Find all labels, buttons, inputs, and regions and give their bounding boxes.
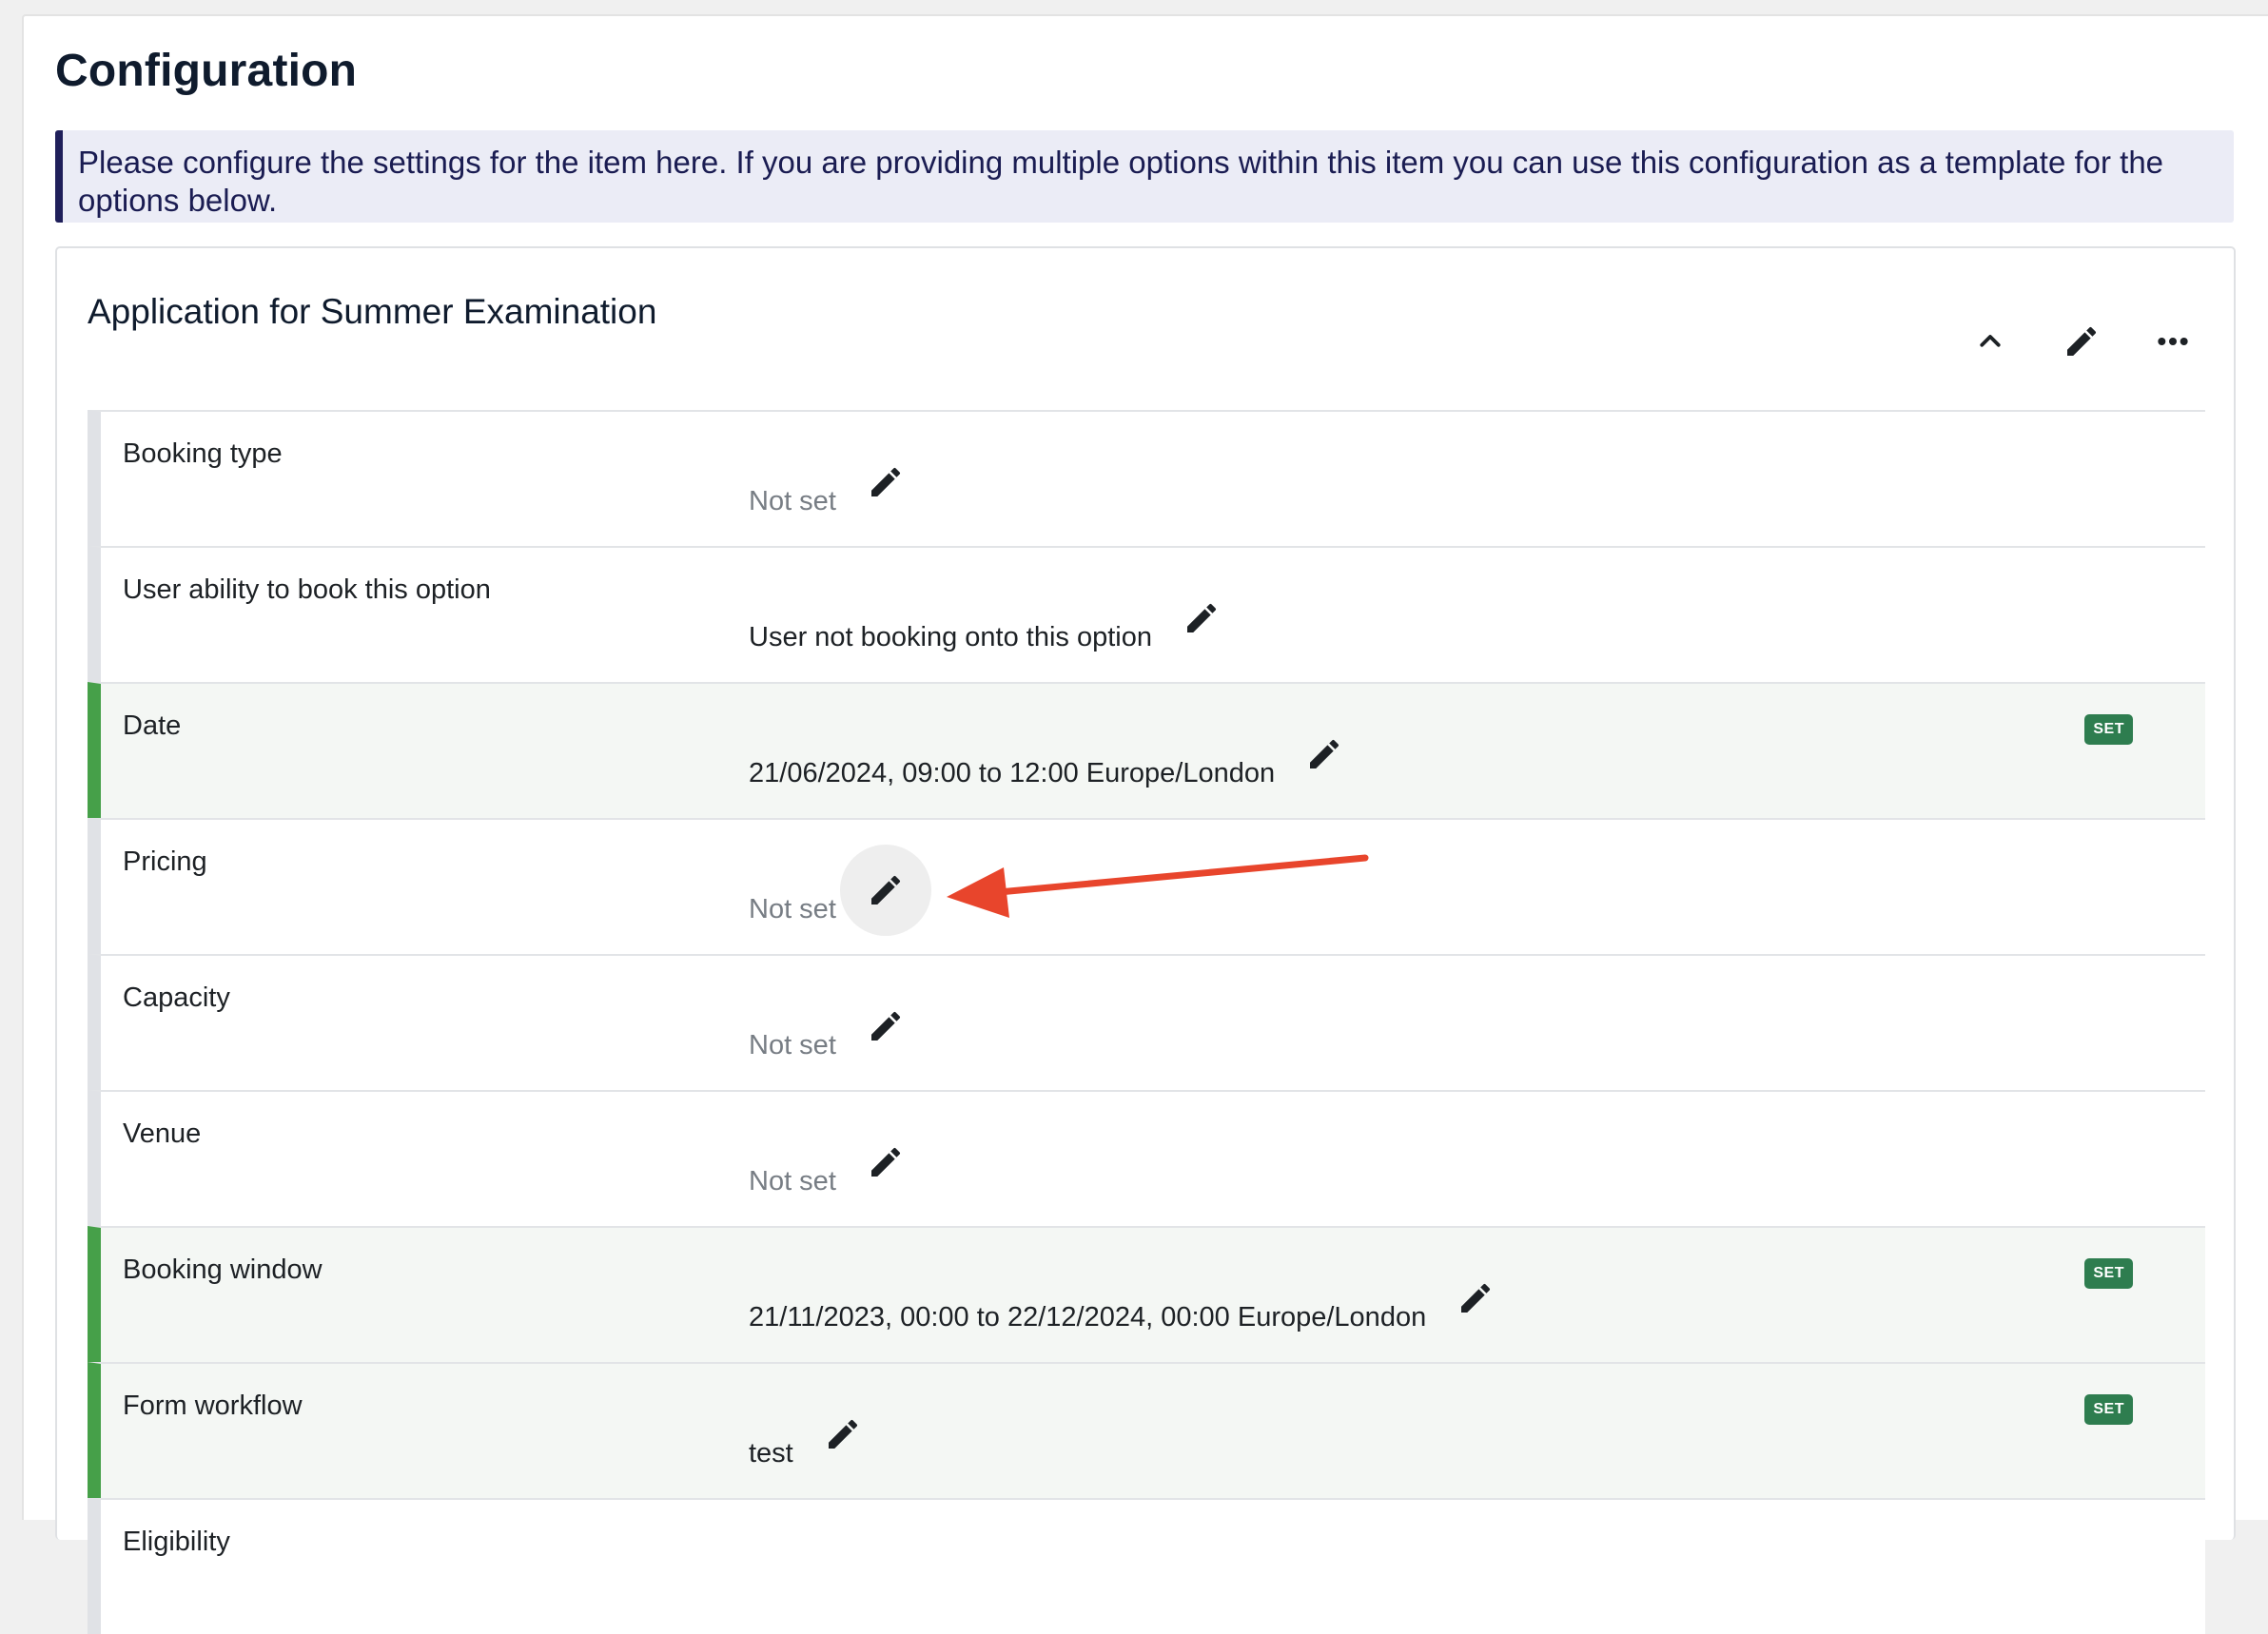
setting-label: Pricing <box>123 846 207 877</box>
pencil-icon <box>1310 739 1339 768</box>
setting-row: Venue Not set <box>88 1090 2205 1226</box>
edit-setting-button[interactable] <box>1156 573 1247 664</box>
pencil-icon <box>2067 326 2097 356</box>
setting-value-group: User not booking onto this option <box>749 603 1247 664</box>
card-title: Application for Summer Examination <box>88 292 657 331</box>
setting-value: 21/06/2024, 09:00 to 12:00 Europe/London <box>749 757 1276 788</box>
pencil-icon <box>1187 603 1217 632</box>
setting-value: Not set <box>749 1029 836 1060</box>
pencil-icon <box>828 1419 857 1449</box>
status-badge: SET <box>2084 714 2133 745</box>
setting-label: User ability to book this option <box>123 574 491 605</box>
setting-row: Eligibility <box>88 1498 2205 1634</box>
setting-label: Booking type <box>123 438 283 469</box>
configuration-page: Configuration Please configure the setti… <box>22 14 2268 1634</box>
setting-value-group: Not set <box>749 845 931 936</box>
settings-list: Booking type Not set User ability to book … <box>88 410 2205 1634</box>
edit-setting-button[interactable] <box>840 981 931 1072</box>
setting-row: Form workflow test SET <box>88 1362 2205 1498</box>
setting-label: Eligibility <box>123 1527 230 1557</box>
pencil-icon <box>870 1011 900 1041</box>
page-title: Configuration <box>55 46 358 96</box>
setting-value: test <box>749 1437 793 1469</box>
setting-row: Booking type Not set <box>88 410 2205 546</box>
setting-row: Booking window 21/11/2023, 00:00 to 22/12… <box>88 1226 2205 1362</box>
setting-value: 21/11/2023, 00:00 to 22/12/2024, 00:00 E… <box>749 1301 1427 1332</box>
setting-value-group: test <box>749 1419 889 1480</box>
annotation-arrow <box>947 854 1369 918</box>
setting-value-group: 21/11/2023, 00:00 to 22/12/2024, 00:00 E… <box>749 1283 1521 1344</box>
setting-value-group: Not set <box>749 467 931 528</box>
setting-row: Capacity Not set <box>88 954 2205 1090</box>
pencil-icon <box>870 1147 900 1177</box>
setting-label: Capacity <box>123 982 230 1013</box>
setting-label: Venue <box>123 1119 202 1149</box>
status-badge: SET <box>2084 1258 2133 1289</box>
chevron-up-icon <box>1980 335 2001 347</box>
more-horizontal-icon <box>2158 338 2188 345</box>
setting-value: Not set <box>749 1165 836 1196</box>
collapse-button[interactable] <box>1962 313 2019 370</box>
edit-setting-button[interactable] <box>839 845 931 936</box>
setting-value-group: Not set <box>749 1011 931 1072</box>
setting-value-group: Not set <box>749 1147 931 1208</box>
edit-setting-button[interactable] <box>840 437 931 528</box>
info-notice: Please configure the settings for the it… <box>55 130 2234 223</box>
edit-setting-button[interactable] <box>1430 1253 1521 1344</box>
setting-row: Date 21/06/2024, 09:00 to 12:00 Europe/Lo… <box>88 682 2205 818</box>
setting-value-group: 21/06/2024, 09:00 to 12:00 Europe/London <box>749 739 1370 800</box>
pencil-icon <box>870 875 900 905</box>
card-actions <box>1948 313 2234 408</box>
edit-setting-button[interactable] <box>1279 709 1370 800</box>
setting-label: Form workflow <box>123 1391 303 1421</box>
setting-label: Date <box>123 710 182 741</box>
more-options-button[interactable] <box>2144 313 2201 370</box>
edit-item-button[interactable] <box>2053 313 2110 370</box>
edit-setting-button[interactable] <box>797 1389 889 1480</box>
setting-value: Not set <box>749 485 836 516</box>
status-badge: SET <box>2084 1394 2133 1425</box>
setting-label: Booking window <box>123 1255 323 1285</box>
edit-setting-button[interactable] <box>840 1117 931 1208</box>
setting-row: User ability to book this option User not… <box>88 546 2205 682</box>
pencil-icon <box>1461 1283 1491 1313</box>
setting-value: Not set <box>749 893 836 924</box>
setting-value: User not booking onto this option <box>749 621 1152 652</box>
pencil-icon <box>870 467 900 496</box>
